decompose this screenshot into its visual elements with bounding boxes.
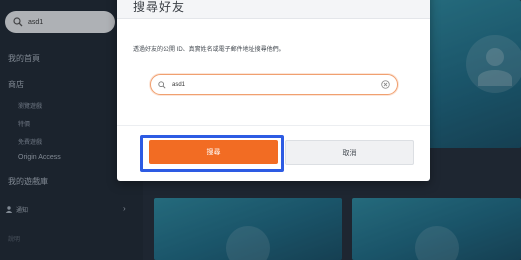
dialog-footer-divider [117,125,430,126]
search-icon [158,80,166,89]
friend-search-input[interactable]: asd1 [150,74,398,95]
dialog-description: 透過好友的公開 ID、真實姓名或電子郵件地址搜尋他們。 [133,47,285,53]
dialog-header: 搜尋好友 [117,0,430,19]
search-button[interactable]: 搜尋 [149,140,278,164]
clear-icon[interactable] [381,80,390,89]
cancel-button[interactable]: 取消 [285,140,414,165]
friend-search-value: asd1 [172,81,186,88]
dialog-title: 搜尋好友 [133,0,186,14]
